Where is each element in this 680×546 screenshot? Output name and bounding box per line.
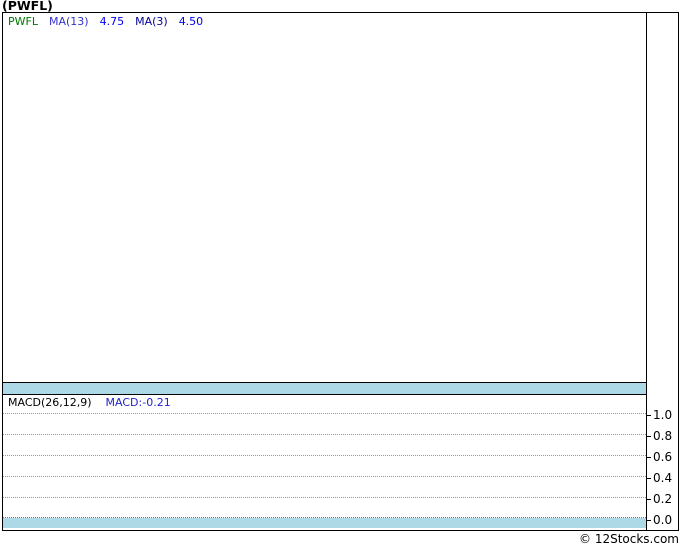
gridline-0_2 [3,497,646,498]
price-panel-legend: PWFL MA(13) 4.75 MA(3) 4.50 [8,16,214,28]
axis-tick-label: 1.0 [653,408,673,422]
macd-y-axis: 1.0 0.8 0.6 0.4 0.2 0.0 [647,13,678,530]
chart-plot-column: PWFL MA(13) 4.75 MA(3) 4.50 MACD(26,12,9) MAC… [3,13,647,530]
ma13-value: 4.75 [99,15,125,28]
macd-params-label: MACD(26,12,9) [8,396,92,409]
macd-panel-legend: MACD(26,12,9) MACD:-0.21 [8,397,171,409]
gridline-0_6 [3,455,646,456]
copyright-text: © 12Stocks.com [579,532,679,546]
axis-tick-label: 0.8 [653,429,673,443]
axis-tick-label: 0.2 [653,492,673,506]
footer: © 12Stocks.com [0,532,679,546]
gridline-0_8 [3,434,646,435]
separator-band-bottom [3,518,646,528]
ticker-symbol-label: PWFL [8,15,38,28]
gridline-1_0 [3,413,646,414]
price-panel: PWFL MA(13) 4.75 MA(3) 4.50 [3,13,646,383]
ma3-value: 4.50 [178,15,204,28]
ma3-label: MA(3) [135,15,168,28]
axis-tick-label: 0.4 [653,471,673,485]
axis-tick-label: 0.0 [653,513,673,527]
stock-chart-page: (PWFL) PWFL MA(13) 4.75 MA(3) 4.50 MACD(26,1… [0,0,680,546]
gridline-0_4 [3,476,646,477]
separator-band-top [3,383,646,395]
axis-tick-label: 0.6 [653,450,673,464]
gridline-0_0 [3,517,646,518]
ma13-label: MA(13) [48,15,89,28]
macd-panel: MACD(26,12,9) MACD:-0.21 [3,395,646,518]
macd-value-label: MACD:-0.21 [105,396,171,409]
page-title: (PWFL) [2,0,53,13]
chart-container: PWFL MA(13) 4.75 MA(3) 4.50 MACD(26,12,9) MAC… [2,12,679,531]
